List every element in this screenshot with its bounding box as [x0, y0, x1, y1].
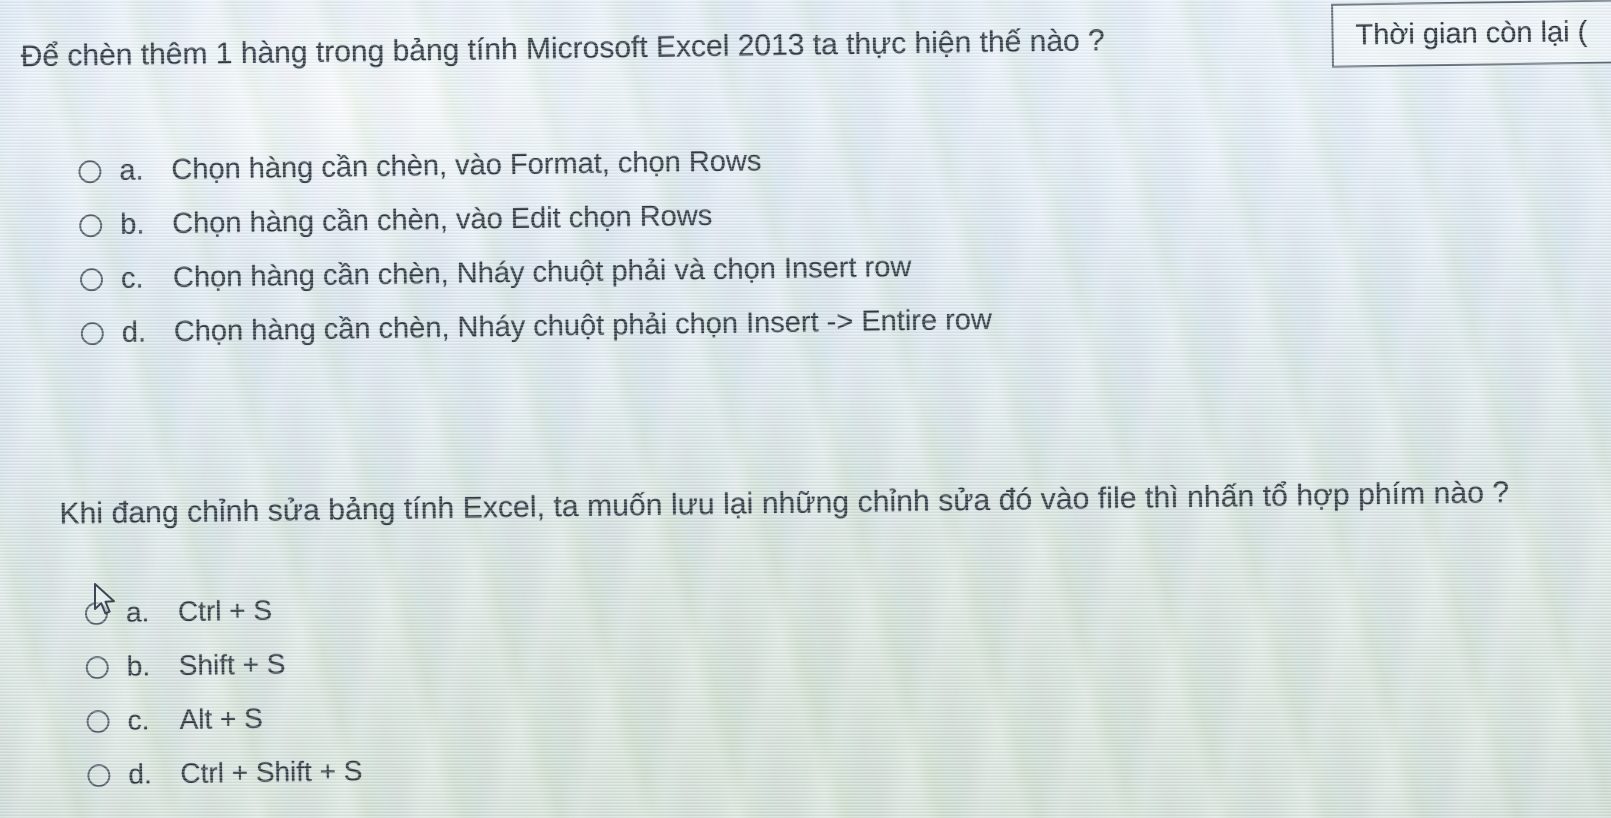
radio-button-icon[interactable]: [79, 267, 104, 291]
option-label: Ctrl + Shift + S: [180, 755, 363, 789]
radio-button-icon[interactable]: [86, 709, 110, 733]
option-label: Chọn hàng cần chèn, Nháy chuột phải chọn…: [173, 303, 993, 348]
radio-button-icon[interactable]: [87, 763, 111, 787]
option-letter: a.: [119, 153, 144, 187]
radio-button-icon[interactable]: [85, 655, 109, 679]
quiz-content-area: Để chèn thêm 1 hàng trong bảng tính Micr…: [0, 0, 1611, 818]
option-label: Chọn hàng cần chèn, vào Format, chọn Row…: [171, 144, 762, 186]
radio-button-icon[interactable]: [84, 601, 109, 625]
option-label: Shift + S: [178, 648, 286, 681]
option-letter: b.: [126, 650, 151, 682]
question-1-options: a. Chọn hàng cần chèn, vào Format, chọn …: [78, 131, 992, 360]
question-2-prompt: Khi đang chỉnh sửa bảng tính Excel, ta m…: [59, 476, 1510, 531]
option-label: Ctrl + S: [177, 594, 273, 627]
option-letter: c.: [120, 261, 144, 295]
remaining-time-label: Thời gian còn lại (: [1355, 15, 1588, 51]
option-letter: c.: [127, 704, 150, 736]
remaining-time-box: Thời gian còn lại (: [1331, 0, 1611, 68]
option-label: Chọn hàng cần chèn, Nháy chuột phải và c…: [172, 250, 912, 294]
question-2-option-c[interactable]: c. Alt + S: [86, 690, 362, 748]
option-letter: d.: [121, 315, 147, 349]
radio-button-icon[interactable]: [80, 321, 104, 345]
radio-button-icon[interactable]: [79, 213, 103, 237]
question-2-options: a. Ctrl + S b. Shift + S c. Alt + S d. C…: [84, 582, 363, 802]
radio-button-icon[interactable]: [78, 159, 102, 183]
question-2-option-a[interactable]: a. Ctrl + S: [84, 582, 361, 640]
option-letter: b.: [119, 207, 145, 241]
option-letter: a.: [125, 596, 150, 628]
question-2-option-d[interactable]: d. Ctrl + Shift + S: [87, 744, 363, 802]
option-label: Chọn hàng cần chèn, vào Edit chọn Rows: [171, 199, 713, 240]
question-2-option-b[interactable]: b. Shift + S: [85, 636, 361, 694]
question-1-prompt: Để chèn thêm 1 hàng trong bảng tính Micr…: [20, 24, 1105, 74]
option-letter: d.: [128, 758, 152, 790]
option-label: Alt + S: [179, 702, 264, 735]
